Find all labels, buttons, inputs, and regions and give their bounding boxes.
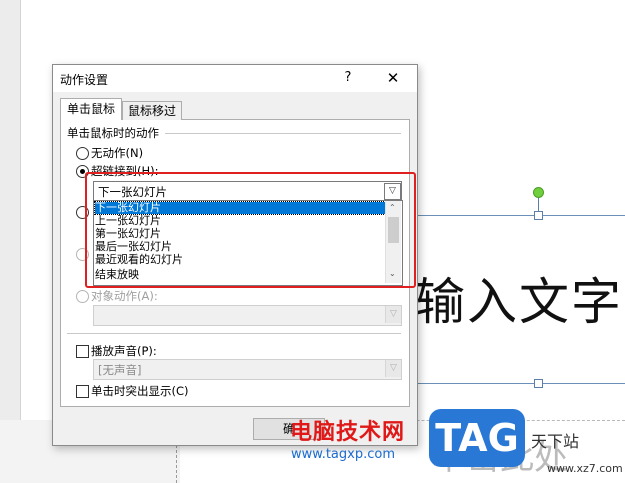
section-divider xyxy=(67,333,401,334)
resize-handle[interactable] xyxy=(534,379,543,388)
radio-none-label[interactable]: 无动作(N) xyxy=(91,145,143,161)
highlight-annotation xyxy=(85,172,416,288)
group-label: 单击鼠标时的动作 xyxy=(67,126,159,140)
tab-mouse-click[interactable]: 单击鼠标 xyxy=(60,98,122,120)
placeholder-border xyxy=(176,440,177,483)
rotate-handle[interactable] xyxy=(533,187,544,198)
checkbox-highlight-label[interactable]: 单击时突出显示(C) xyxy=(91,383,189,399)
slide-panel-edge xyxy=(0,0,21,483)
slide-textbox-text[interactable]: 输入文字 xyxy=(415,262,623,334)
radio-object-action xyxy=(76,290,89,303)
object-action-combo: ▽ xyxy=(93,305,402,326)
help-button[interactable]: ? xyxy=(338,68,358,88)
dialog-title: 动作设置 xyxy=(60,73,109,87)
tab-mouse-over[interactable]: 鼠标移过 xyxy=(122,101,182,120)
checkbox-play-sound[interactable] xyxy=(76,345,89,358)
group-divider xyxy=(165,133,401,134)
resize-handle[interactable] xyxy=(534,211,543,220)
sound-combo: [无声音] ▽ xyxy=(93,359,402,380)
dialog-titlebar[interactable]: 动作设置 ? ✕ xyxy=(53,65,417,92)
checkbox-play-sound-label[interactable]: 播放声音(P): xyxy=(91,343,157,359)
watermark-site: 天下站 xyxy=(531,432,580,451)
watermark-title: 电脑技术网 xyxy=(290,420,406,445)
radio-object-action-label: 对象动作(A): xyxy=(91,289,158,303)
watermark-url: www.tagxp.com xyxy=(291,447,395,462)
checkbox-highlight[interactable] xyxy=(76,385,89,398)
chevron-down-icon: ▽ xyxy=(385,306,401,323)
close-button[interactable]: ✕ xyxy=(381,68,405,88)
watermark-site-url: www.xz7.com xyxy=(547,462,623,475)
radio-none[interactable] xyxy=(76,147,89,160)
textbox-selection-border xyxy=(388,215,625,216)
chevron-down-icon: ▽ xyxy=(385,360,401,377)
sound-combo-value: [无声音] xyxy=(98,363,142,377)
textbox-selection-border xyxy=(388,383,625,384)
watermark-logo: TAG xyxy=(429,409,525,467)
